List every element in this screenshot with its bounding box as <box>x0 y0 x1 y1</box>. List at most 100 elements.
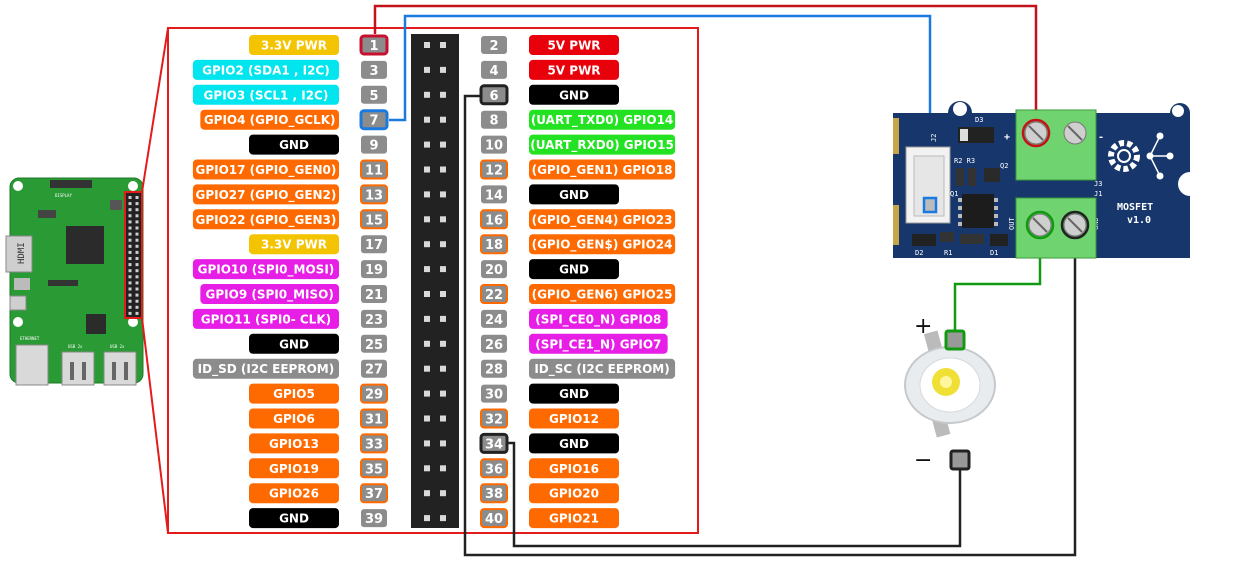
board-pin <box>135 287 139 291</box>
pin-label: GPIO17 (GPIO_GEN0) <box>195 163 336 178</box>
pin-label: GPIO5 <box>273 387 315 401</box>
header-pin <box>424 415 430 422</box>
header-pin <box>424 315 430 322</box>
header-pin <box>424 66 430 73</box>
pin-number: 16 <box>485 213 503 228</box>
board-pin <box>128 214 132 218</box>
header-pin <box>424 116 430 123</box>
header-pin <box>424 91 430 98</box>
board-pin <box>135 226 139 230</box>
header-pin <box>424 241 430 248</box>
out-label: OUT <box>1008 217 1016 230</box>
svg-text:USB 2x: USB 2x <box>68 344 83 349</box>
led-minus-terminal <box>949 449 971 471</box>
header-pin <box>440 340 446 347</box>
led-minus-sign: − <box>914 448 932 473</box>
board-pin <box>128 226 132 230</box>
pin-label: GPIO16 <box>549 462 599 476</box>
header-pin <box>424 340 430 347</box>
board-pin <box>128 208 132 212</box>
pin-number: 22 <box>485 288 503 303</box>
q2-label: Q2 <box>1000 162 1008 170</box>
pin-label: GND <box>279 512 309 526</box>
pin-label: GPIO11 (SPI0- CLK) <box>201 312 331 326</box>
header-pin <box>424 166 430 173</box>
pin-number: 33 <box>365 437 383 452</box>
pin-row-38: 38 GPIO20 <box>480 483 619 504</box>
pin-row-25: 25 GND <box>249 333 387 354</box>
board-pin <box>135 257 139 260</box>
pin-number: 18 <box>485 238 503 253</box>
svg-text:USB 2x: USB 2x <box>110 344 125 349</box>
pin-label: GND <box>279 138 309 152</box>
pin-number: 24 <box>485 313 503 328</box>
pin-number: 3 <box>369 64 378 79</box>
pin-row-35: 35 GPIO19 <box>249 458 388 479</box>
pin-row-37: 37 GPIO26 <box>249 483 388 504</box>
board-pin <box>128 220 132 224</box>
board-pin <box>135 281 139 285</box>
pin-number: 34 <box>485 437 503 452</box>
board-pin <box>135 244 139 248</box>
pin-label: (SPI_CE0_N) GPIO8 <box>535 312 661 327</box>
pin-number: 40 <box>485 512 503 527</box>
header-pin <box>440 191 446 198</box>
pin-row-6: 6 GND <box>479 84 619 106</box>
board-pin <box>128 287 132 291</box>
d2-label: D2 <box>915 249 923 257</box>
pin-number: 28 <box>485 363 503 378</box>
pin-label: GPIO4 (GPIO_GCLK) <box>204 113 336 128</box>
pin-label: GPIO2 (SDA1 , I2C) <box>202 63 330 77</box>
board-pin <box>135 196 139 199</box>
board-pin <box>128 250 132 254</box>
zoom-line-bottom <box>141 317 169 534</box>
header-pin <box>440 241 446 248</box>
board-pin <box>128 257 132 260</box>
pin-row-17: 17 3.3V PWR <box>249 234 387 255</box>
mosfet-version: v1.0 <box>1127 215 1151 226</box>
header-pin <box>424 216 430 223</box>
header-pin <box>424 42 430 48</box>
pin-label: GPIO10 (SPI0_MOSI) <box>198 263 335 278</box>
pin-number: 12 <box>485 164 503 179</box>
board-pin <box>135 238 139 242</box>
pin-label: (UART_RXD0) GPIO15 <box>530 138 674 153</box>
pin-label: (GPIO_GEN4) GPIO23 <box>532 213 673 228</box>
pin-label: GND <box>559 188 589 202</box>
header-pin <box>440 490 446 497</box>
pin-row-9: 9 GND <box>249 134 387 155</box>
board-pin <box>135 263 139 267</box>
header-pin <box>440 440 446 447</box>
pin-label: GND <box>559 387 589 401</box>
header-pin <box>424 390 430 397</box>
pin-number: 13 <box>365 188 383 203</box>
pin-label: GPIO12 <box>549 412 599 426</box>
pin-number: 36 <box>485 462 503 477</box>
board-pin <box>135 202 139 206</box>
pin-label: (SPI_CE1_N) GPIO7 <box>535 337 661 352</box>
pin-number: 21 <box>365 288 383 303</box>
board-pin <box>135 214 139 218</box>
pin-label: (GPIO_GEN$) GPIO24 <box>532 238 673 253</box>
pin-label: GPIO27 (GPIO_GEN2) <box>195 188 336 203</box>
pin-row-34: 34 GND <box>479 432 619 454</box>
board-pin <box>135 250 139 254</box>
pin-label: GND <box>559 437 589 451</box>
pin-number: 2 <box>489 39 498 54</box>
header-pin <box>424 266 430 273</box>
pin-number: 31 <box>365 413 383 428</box>
led-plus-terminal <box>944 329 966 351</box>
pin-row-4: 4 5V PWR <box>481 59 619 80</box>
pin-label: ID_SC (I2C EEPROM) <box>534 362 669 377</box>
pin-number: 7 <box>369 114 378 129</box>
header-pin <box>440 515 446 522</box>
pin-label: GND <box>559 88 589 102</box>
board-pin <box>135 220 139 224</box>
pin-label: GPIO20 <box>549 487 599 501</box>
pin-row-32: 32 GPIO12 <box>480 408 619 429</box>
header-pin <box>440 216 446 223</box>
board-pin <box>135 293 139 297</box>
pin-row-40: 40 GPIO21 <box>480 508 619 529</box>
led-plus-sign: + <box>914 314 932 339</box>
board-pin <box>135 208 139 212</box>
